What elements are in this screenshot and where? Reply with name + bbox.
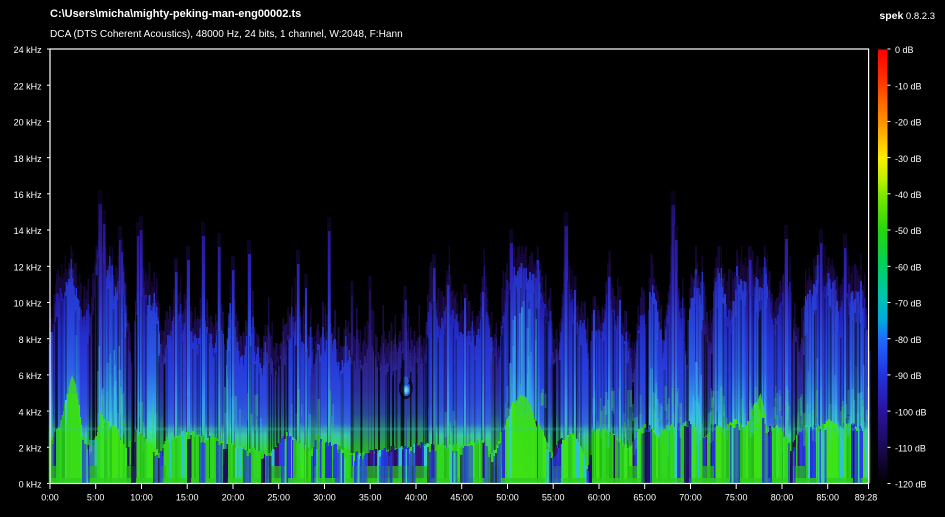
svg-text:20:00: 20:00: [222, 493, 245, 503]
svg-text:-80 dB: -80 dB: [895, 335, 922, 345]
svg-text:-60 dB: -60 dB: [895, 262, 922, 272]
svg-text:24 kHz: 24 kHz: [14, 45, 43, 55]
svg-text:10 kHz: 10 kHz: [14, 299, 43, 309]
svg-text:-20 dB: -20 dB: [895, 118, 922, 128]
svg-text:-50 dB: -50 dB: [895, 226, 922, 236]
svg-text:89:28: 89:28: [855, 493, 878, 503]
svg-text:12 kHz: 12 kHz: [14, 262, 43, 272]
svg-text:-10 dB: -10 dB: [895, 81, 922, 91]
svg-text:0:00: 0:00: [41, 493, 59, 503]
svg-text:75:00: 75:00: [725, 493, 748, 503]
svg-text:-30 dB: -30 dB: [895, 154, 922, 164]
svg-text:60:00: 60:00: [588, 493, 611, 503]
svg-text:70:00: 70:00: [679, 493, 702, 503]
svg-text:10:00: 10:00: [130, 493, 153, 503]
svg-text:18 kHz: 18 kHz: [14, 154, 43, 164]
svg-text:20 kHz: 20 kHz: [14, 118, 43, 128]
svg-text:DCA (DTS Coherent Acoustics),: DCA (DTS Coherent Acoustics), 48000 Hz, …: [50, 29, 403, 40]
svg-text:80:00: 80:00: [771, 493, 794, 503]
svg-text:65:00: 65:00: [633, 493, 656, 503]
svg-text:4 kHz: 4 kHz: [19, 407, 43, 417]
svg-text:55:00: 55:00: [542, 493, 565, 503]
svg-text:30:00: 30:00: [313, 493, 336, 503]
svg-text:-110 dB: -110 dB: [895, 444, 926, 454]
svg-text:5:00: 5:00: [87, 493, 105, 503]
svg-text:-90 dB: -90 dB: [895, 371, 922, 381]
svg-text:25:00: 25:00: [267, 493, 290, 503]
svg-text:C:\Users\micha\mighty-peking-m: C:\Users\micha\mighty-peking-man-eng0000…: [50, 8, 301, 20]
svg-text:6 kHz: 6 kHz: [19, 371, 43, 381]
svg-text:0 kHz: 0 kHz: [19, 480, 43, 490]
svg-text:40:00: 40:00: [405, 493, 428, 503]
svg-text:16 kHz: 16 kHz: [14, 190, 43, 200]
svg-text:15:00: 15:00: [176, 493, 199, 503]
svg-text:2 kHz: 2 kHz: [19, 444, 43, 454]
svg-text:85:00: 85:00: [816, 493, 839, 503]
svg-text:35:00: 35:00: [359, 493, 382, 503]
svg-text:8 kHz: 8 kHz: [19, 335, 43, 345]
svg-text:0 dB: 0 dB: [895, 45, 914, 55]
svg-text:-40 dB: -40 dB: [895, 190, 922, 200]
svg-text:-70 dB: -70 dB: [895, 299, 922, 309]
svg-text:spek 0.8.2.3: spek 0.8.2.3: [879, 10, 935, 22]
svg-text:45:00: 45:00: [450, 493, 473, 503]
svg-text:22 kHz: 22 kHz: [14, 81, 43, 91]
svg-text:-120 dB: -120 dB: [895, 480, 927, 490]
svg-text:50:00: 50:00: [496, 493, 519, 503]
svg-text:14 kHz: 14 kHz: [14, 226, 43, 236]
svg-text:-100 dB: -100 dB: [895, 407, 927, 417]
